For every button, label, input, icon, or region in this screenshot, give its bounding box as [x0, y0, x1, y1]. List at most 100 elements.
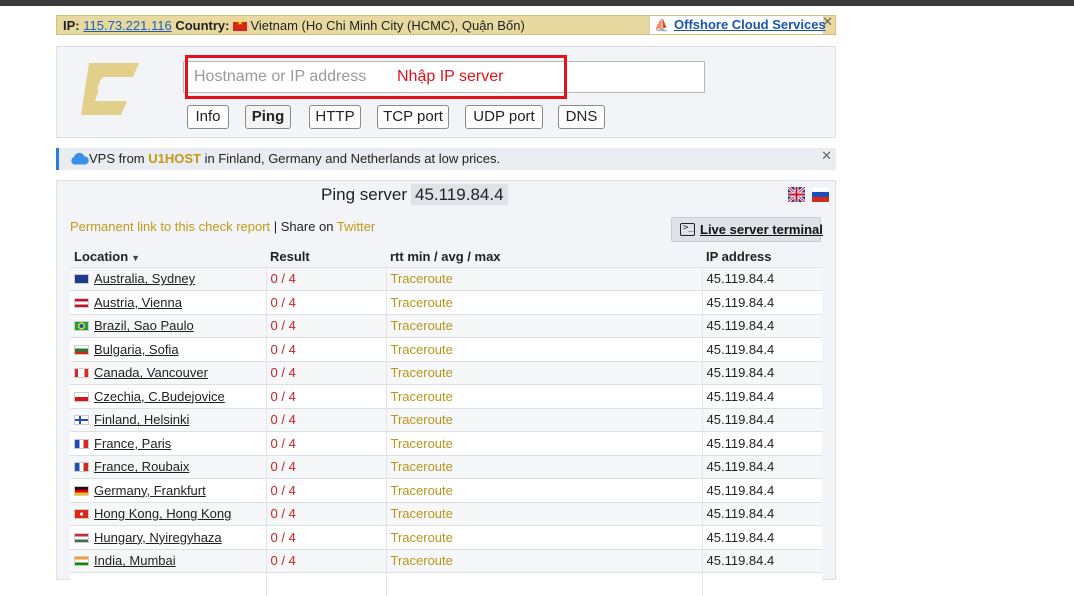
location-link[interactable]: Australia, Sydney [94, 271, 195, 286]
permalink-line: Permanent link to this check report | Sh… [70, 219, 375, 234]
location-link[interactable]: Bulgaria, Sofia [94, 342, 179, 357]
traceroute-link[interactable]: Traceroute [386, 408, 702, 432]
table-row [70, 573, 822, 596]
cell-location: France, Roubaix [70, 455, 266, 479]
ping-result-panel: Ping server45.119.84.4 Permanent link to… [56, 180, 836, 580]
cell-result: 0 / 4 [266, 267, 386, 291]
column-header-rtt: rtt min / avg / max [386, 247, 702, 267]
traceroute-link[interactable]: Traceroute [386, 361, 702, 385]
browser-top-edge [0, 0, 1074, 6]
cell-location: Germany, Frankfurt [70, 479, 266, 503]
cell-result: 0 / 4 [266, 408, 386, 432]
ip-value-link[interactable]: 115.73.221.116 [83, 18, 171, 33]
terminal-icon: >_ [680, 223, 695, 236]
cell-ip: 45.119.84.4 [702, 361, 822, 385]
english-flag-icon[interactable] [788, 187, 805, 202]
traceroute-link[interactable]: Traceroute [386, 267, 702, 291]
table-row: Finland, Helsinki 0 / 4Traceroute45.119.8… [70, 408, 822, 432]
flag-fi-icon [74, 415, 89, 425]
tab-tcp-port[interactable]: TCP port [377, 105, 449, 129]
tab-dns[interactable]: DNS [558, 105, 605, 129]
cell-result: 0 / 4 [266, 385, 386, 409]
cell-ip: 45.119.84.4 [702, 455, 822, 479]
location-link[interactable]: Czechia, C.Budejovice [94, 389, 225, 404]
u1host-link[interactable]: U1HOST [148, 151, 201, 166]
close-icon[interactable]: ✕ [821, 148, 832, 164]
table-row: Germany, Frankfurt0 / 4Traceroute45.119.… [70, 479, 822, 503]
offshore-cloud-link[interactable]: Offshore Cloud Services [674, 17, 826, 32]
traceroute-link[interactable]: Traceroute [386, 314, 702, 338]
cloud-icon [69, 151, 89, 166]
ping-results-table: Location▼ Result rtt min / avg / max IP … [70, 247, 822, 596]
cell-location: Austria, Vienna [70, 291, 266, 315]
cell-result: 0 / 4 [266, 314, 386, 338]
column-header-location[interactable]: Location▼ [70, 247, 266, 267]
live-server-terminal-button[interactable]: >_ Live server terminal [671, 217, 821, 242]
traceroute-link[interactable]: Traceroute [386, 455, 702, 479]
traceroute-link[interactable] [386, 573, 702, 596]
annotation-text: Nhập IP server [397, 68, 503, 86]
traceroute-link[interactable]: Traceroute [386, 291, 702, 315]
location-link[interactable]: Brazil, Sao Paulo [94, 318, 194, 333]
traceroute-link[interactable]: Traceroute [386, 502, 702, 526]
twitter-share-link[interactable]: Twitter [337, 219, 375, 234]
cell-result: 0 / 4 [266, 455, 386, 479]
close-icon[interactable]: ✕ [822, 14, 833, 30]
cell-ip: 45.119.84.4 [702, 338, 822, 362]
flag-au-icon [74, 274, 89, 284]
cell-ip: 45.119.84.4 [702, 502, 822, 526]
cell-ip: 45.119.84.4 [702, 479, 822, 503]
cell-result: 0 / 4 [266, 526, 386, 550]
location-link[interactable]: France, Paris [94, 436, 171, 451]
cell-result: 0 / 4 [266, 502, 386, 526]
permanent-link[interactable]: Permanent link to this check report [70, 219, 270, 234]
cell-result: 0 / 4 [266, 361, 386, 385]
traceroute-link[interactable]: Traceroute [386, 338, 702, 362]
vps-ad-text: VPS from U1HOST in Finland, Germany and … [89, 151, 500, 166]
table-row: Czechia, C.Budejovice 0 / 4Traceroute45.1… [70, 385, 822, 409]
cell-location: Brazil, Sao Paulo [70, 314, 266, 338]
cell-result: 0 / 4 [266, 291, 386, 315]
cell-result: 0 / 4 [266, 432, 386, 456]
cell-ip: 45.119.84.4 [702, 267, 822, 291]
flag-fr-icon [74, 439, 89, 449]
location-link[interactable]: France, Roubaix [94, 459, 189, 474]
column-header-result: Result [266, 247, 386, 267]
visitor-ip-bar: IP: 115.73.221.116 Country:Vietnam (Ho C… [56, 15, 836, 35]
tab-udp-port[interactable]: UDP port [465, 105, 543, 129]
location-link[interactable]: Austria, Vienna [94, 295, 182, 310]
location-link[interactable]: Hungary, Nyiregyhaza [94, 530, 222, 545]
traceroute-link[interactable]: Traceroute [386, 385, 702, 409]
cell-location: Hungary, Nyiregyhaza [70, 526, 266, 550]
flag-hu-icon [74, 533, 89, 543]
traceroute-link[interactable]: Traceroute [386, 432, 702, 456]
table-row: Canada, Vancouver 0 / 4Traceroute45.119.8… [70, 361, 822, 385]
cell-result [266, 573, 386, 596]
sort-down-icon[interactable]: ▼ [131, 253, 140, 263]
cell-ip: 45.119.84.4 [702, 385, 822, 409]
location-link[interactable]: India, Mumbai [94, 553, 176, 568]
table-row: Brazil, Sao Paulo0 / 4Traceroute45.119.8… [70, 314, 822, 338]
cell-location [70, 573, 266, 596]
tab-ping[interactable]: Ping [245, 105, 291, 129]
table-row: Hungary, Nyiregyhaza0 / 4Traceroute45.11… [70, 526, 822, 550]
traceroute-link[interactable]: Traceroute [386, 526, 702, 550]
cell-location: Finland, Helsinki [70, 408, 266, 432]
russian-flag-icon[interactable] [812, 187, 829, 202]
language-switcher [785, 187, 829, 202]
cell-location: Hong Kong, Hong Kong [70, 502, 266, 526]
traceroute-link[interactable]: Traceroute [386, 549, 702, 573]
location-link[interactable]: Hong Kong, Hong Kong [94, 506, 231, 521]
tab-info[interactable]: Info [187, 105, 229, 129]
cell-ip: 45.119.84.4 [702, 291, 822, 315]
country-value: Vietnam (Ho Chi Minh City (HCMC), Quận B… [250, 18, 524, 33]
location-link[interactable]: Germany, Frankfurt [94, 483, 206, 498]
sailboat-icon: ⛵ [654, 18, 669, 32]
traceroute-link[interactable]: Traceroute [386, 479, 702, 503]
cell-ip: 45.119.84.4 [702, 408, 822, 432]
location-link[interactable]: Finland, Helsinki [94, 412, 189, 427]
cell-location: India, Mumbai [70, 549, 266, 573]
cell-location: Australia, Sydney [70, 267, 266, 291]
location-link[interactable]: Canada, Vancouver [94, 365, 208, 380]
tab-http[interactable]: HTTP [309, 105, 361, 129]
